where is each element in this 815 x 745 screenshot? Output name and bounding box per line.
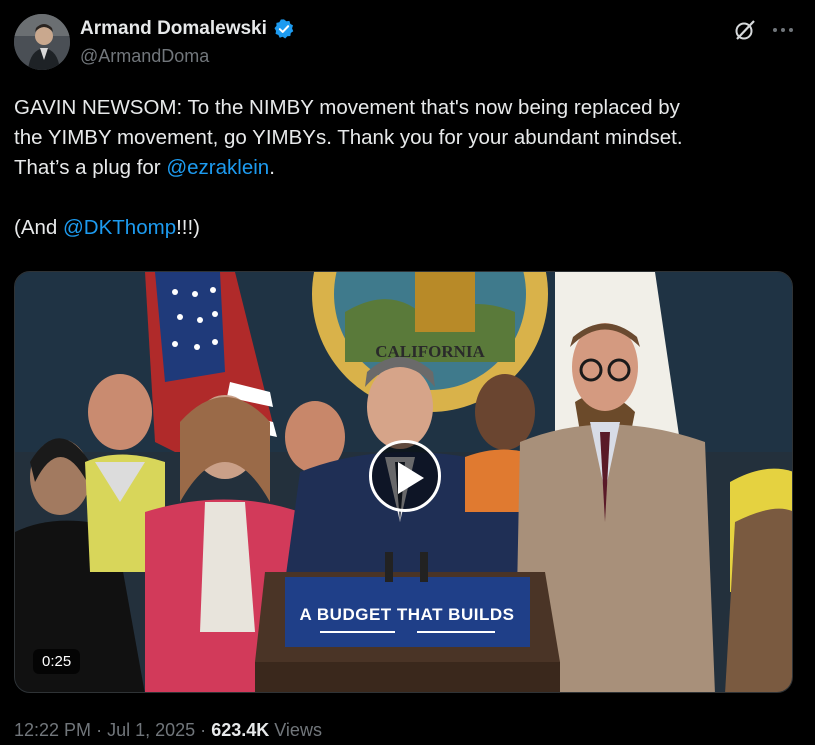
tweet-text-segment: !!!) bbox=[176, 216, 201, 239]
tweet-text-segment: That’s a plug for bbox=[14, 156, 167, 179]
tweet-line bbox=[14, 183, 804, 213]
mention-dkthomp-link[interactable]: @DKThomp bbox=[63, 216, 176, 239]
post-time-link[interactable]: 12:22 PM bbox=[14, 720, 91, 740]
tweet-line: GAVIN NEWSOM: To the NIMBY movement that… bbox=[14, 96, 680, 119]
views-count: 623.4K bbox=[211, 720, 270, 740]
tweet-line: (And @DKThomp!!!) bbox=[14, 213, 804, 243]
video-player[interactable]: CALIFORNIA A BUDGET THAT BUILDS 0:25 bbox=[14, 271, 793, 693]
separator: · bbox=[96, 720, 103, 740]
views-label: Views bbox=[274, 720, 322, 740]
display-name[interactable]: Armand Domalewski bbox=[80, 18, 267, 40]
name-row: Armand Domalewski bbox=[80, 18, 295, 40]
more-icon[interactable] bbox=[771, 24, 795, 36]
handle[interactable]: @ArmandDoma bbox=[80, 46, 209, 67]
podium-sign-text: A BUDGET THAT BUILDS bbox=[299, 605, 515, 624]
separator: · bbox=[200, 720, 207, 740]
video-duration: 0:25 bbox=[33, 649, 81, 674]
play-button[interactable] bbox=[369, 440, 441, 512]
play-icon bbox=[398, 462, 424, 494]
tweet-meta: 12:22 PM · Jul 1, 2025 · 623.4K Views bbox=[14, 720, 322, 741]
tweet-line: That’s a plug for @ezraklein. bbox=[14, 153, 804, 183]
verified-badge-icon bbox=[274, 19, 294, 39]
tweet-header: Armand Domalewski @ArmandDoma bbox=[14, 14, 801, 70]
tweet-text: GAVIN NEWSOM: To the NIMBY movement that… bbox=[14, 93, 804, 243]
grok-icon[interactable] bbox=[733, 18, 757, 42]
tweet-text-segment: (And bbox=[14, 216, 63, 239]
mention-ezraklein-link[interactable]: @ezraklein bbox=[166, 156, 269, 179]
tweet-line: the YIMBY movement, go YIMBYs. Thank you… bbox=[14, 126, 683, 149]
avatar[interactable] bbox=[14, 14, 70, 70]
tweet-text-segment: . bbox=[269, 156, 275, 179]
post-date-link[interactable]: Jul 1, 2025 bbox=[107, 720, 195, 740]
